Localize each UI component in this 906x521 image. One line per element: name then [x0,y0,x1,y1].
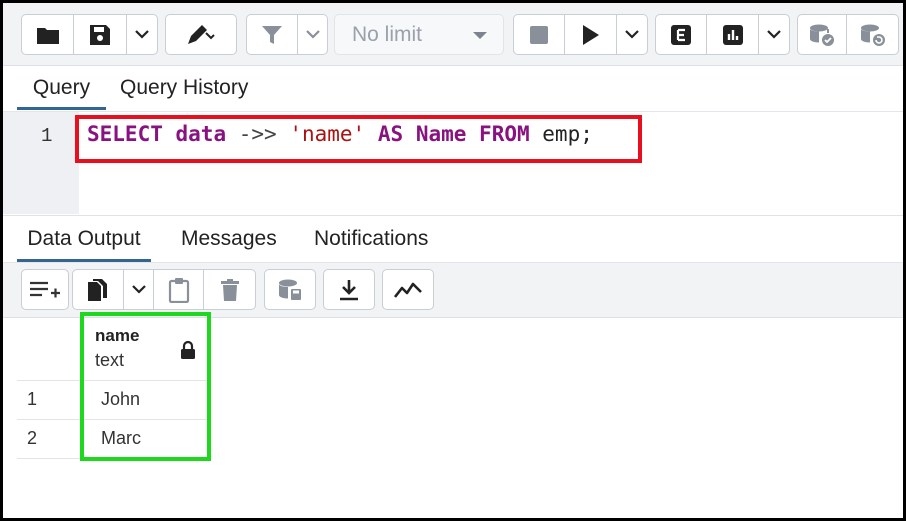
tab-messages[interactable]: Messages [181,216,277,262]
chevron-down-icon [305,30,320,39]
stop-button[interactable] [513,14,565,55]
delete-button[interactable] [204,269,256,310]
tab-data-output[interactable]: Data Output [17,216,151,262]
execute-button[interactable] [565,14,617,55]
rollback-icon [860,24,885,46]
chevron-down-icon [131,285,146,294]
copy-options-dropdown[interactable] [124,269,154,310]
filter-options-dropdown[interactable] [298,14,328,55]
explain-analyze-button[interactable] [707,14,759,55]
row-number: 1 [17,380,83,419]
save-icon [90,24,110,45]
tab-notifications[interactable]: Notifications [314,216,428,262]
tab-query[interactable]: Query [17,66,106,110]
paste-icon [168,277,189,303]
chevron-down-icon [767,30,781,39]
row-number-header [17,318,84,381]
result-highlight-box [80,312,211,461]
open-file-button[interactable] [21,14,74,55]
add-row-button[interactable] [21,269,69,310]
paste-button[interactable] [154,269,204,310]
save-file-button[interactable] [74,14,127,55]
save-options-dropdown[interactable] [127,14,158,55]
copy-icon [88,278,107,301]
commit-button[interactable] [797,14,847,55]
query-tab-bar: Query Query History [3,66,903,112]
row-number: 2 [17,419,83,458]
graph-visualiser-button[interactable] [382,269,434,310]
chevron-down-icon [135,30,149,39]
output-tab-bar: Data Output Messages Notifications [3,216,903,263]
save-data-icon [279,279,301,300]
explain-icon [671,24,691,45]
query-highlight-box [75,115,642,163]
graph-icon [394,282,422,298]
copy-button[interactable] [72,269,124,310]
rollback-button[interactable] [847,14,899,55]
explain-options-dropdown[interactable] [759,14,790,55]
commit-icon [810,24,834,46]
tab-query-history[interactable]: Query History [120,66,248,110]
add-row-icon [30,281,60,297]
main-toolbar: No limit [3,3,903,66]
filter-button[interactable] [246,14,298,55]
pgadmin-query-tool: No limit Query Query History 1 SELECT da… [3,3,903,518]
stop-icon [530,25,548,44]
download-button[interactable] [323,269,375,310]
filter-icon [262,25,282,44]
folder-icon [36,27,59,44]
play-icon [582,24,599,45]
execute-options-dropdown[interactable] [617,14,648,55]
caret-down-icon [473,32,487,39]
explain-button[interactable] [655,14,707,55]
explain-analyze-icon [722,24,743,45]
line-number-gutter: 1 [3,112,79,214]
download-icon [340,279,358,300]
output-toolbar [3,263,903,318]
edit-button[interactable] [165,14,237,55]
chevron-down-icon [625,30,639,39]
delete-icon [220,278,239,301]
row-limit-value: No limit [352,22,423,46]
row-limit-select[interactable]: No limit [334,14,504,55]
edit-icon [188,24,215,44]
line-number: 1 [41,125,53,147]
save-data-button[interactable] [264,269,316,310]
